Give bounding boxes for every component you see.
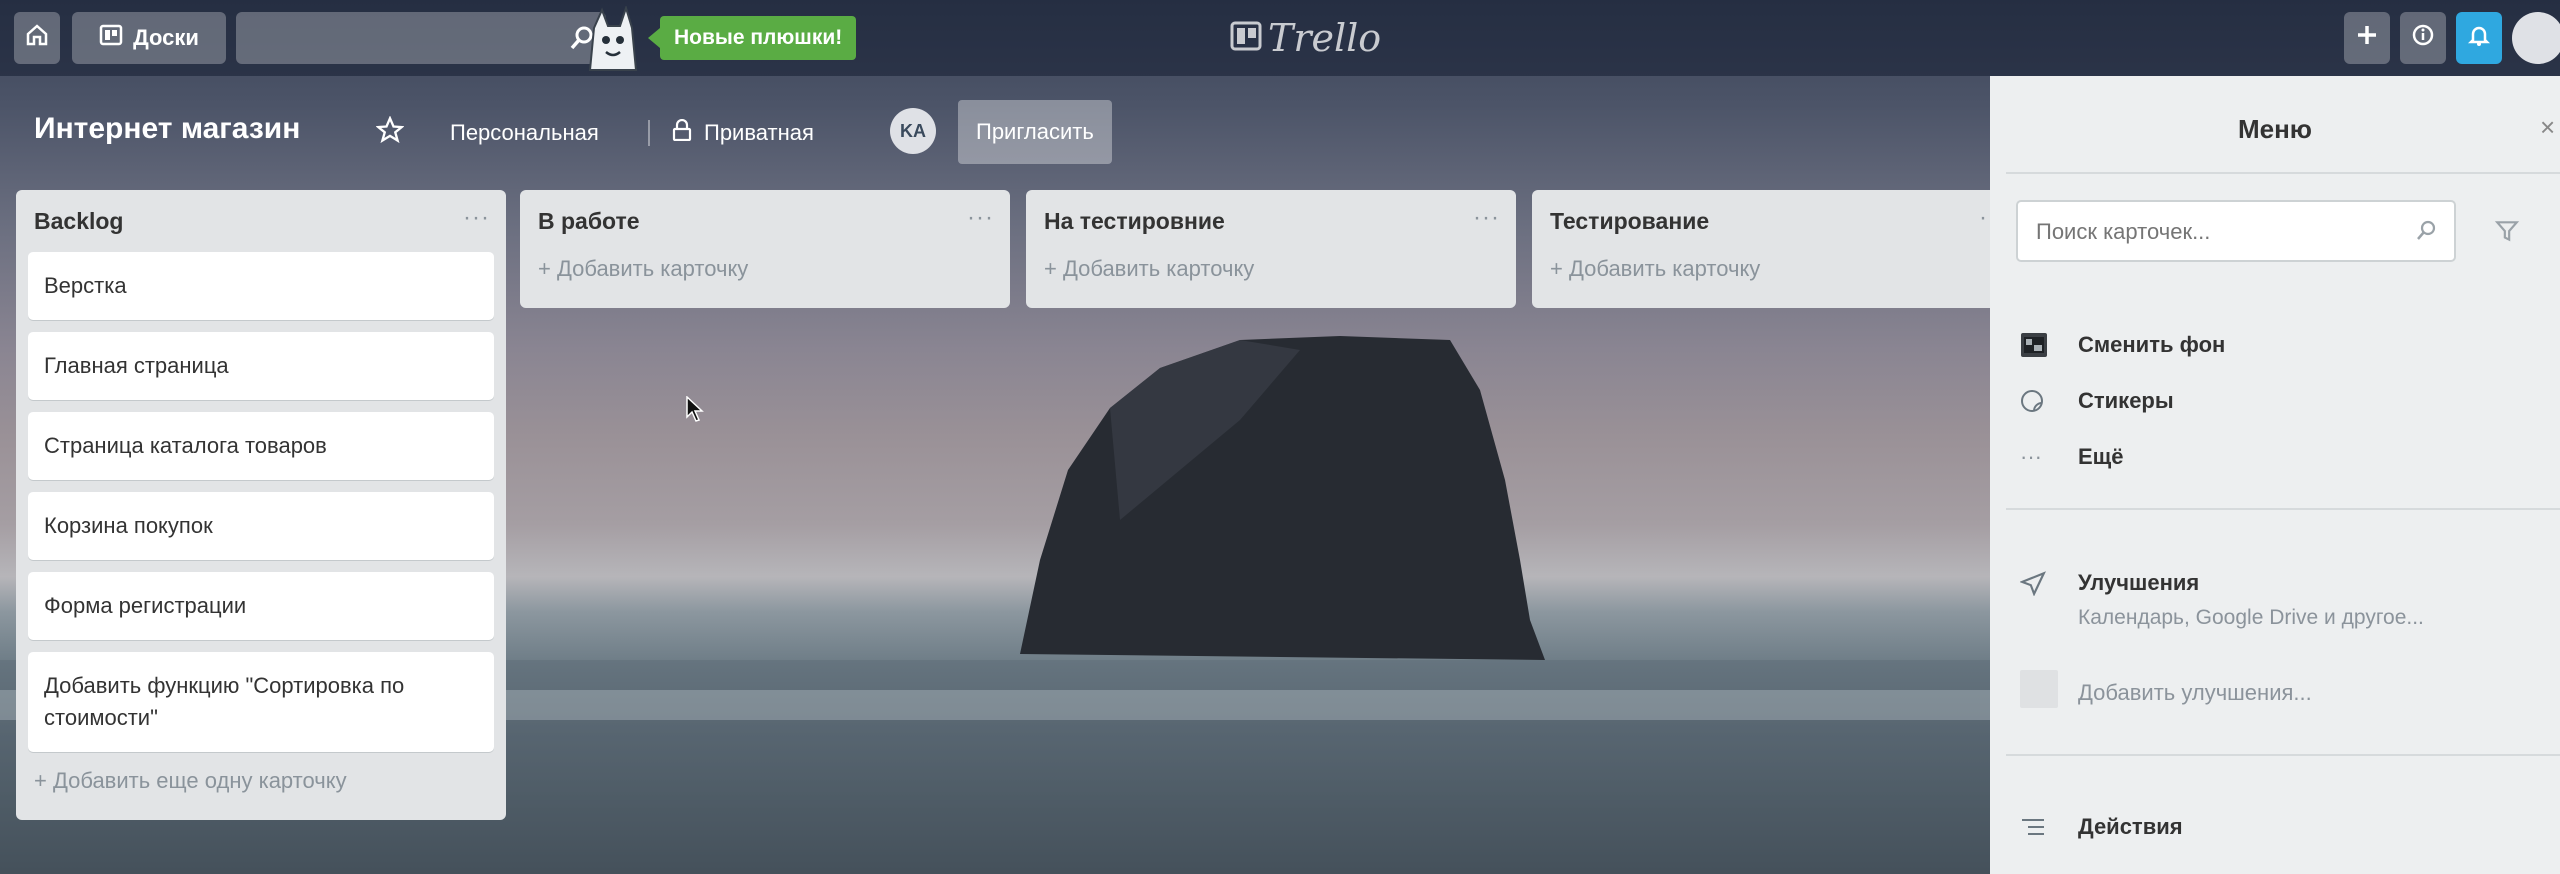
list-title[interactable]: На тестировние bbox=[1044, 208, 1225, 235]
bell-icon bbox=[2467, 23, 2491, 53]
card-search[interactable] bbox=[2016, 200, 2456, 262]
new-features-label: Новые плюшки! bbox=[674, 26, 843, 49]
menu-divider bbox=[2006, 508, 2560, 510]
close-icon[interactable]: × bbox=[2540, 112, 2555, 143]
list-menu-icon[interactable]: ··· bbox=[463, 204, 490, 232]
add-card-button[interactable]: + Добавить еще одну карточку bbox=[16, 764, 506, 804]
list-title[interactable]: Backlog bbox=[34, 208, 123, 235]
header-search[interactable] bbox=[236, 12, 606, 64]
sticker-icon bbox=[2020, 384, 2060, 418]
send-arrow-icon bbox=[2020, 566, 2060, 600]
menu-title: Меню bbox=[2237, 114, 2313, 144]
trello-logo-icon bbox=[1230, 16, 1262, 60]
list-header: Backlog ··· bbox=[16, 190, 506, 252]
list-in-progress: В работе ··· + Добавить карточку bbox=[520, 190, 1010, 308]
menu-item-sublabel: Календарь, Google Drive и другое... bbox=[2078, 606, 2424, 629]
list-menu-icon[interactable]: ··· bbox=[1473, 204, 1500, 232]
list-title[interactable]: В работе bbox=[538, 208, 640, 235]
visibility-button[interactable]: Приватная bbox=[672, 116, 814, 150]
boards-label: Доски bbox=[133, 25, 199, 50]
add-card-button[interactable]: + Добавить карточку bbox=[1026, 252, 1516, 292]
menu-item-label: Добавить улучшения... bbox=[2078, 680, 2312, 705]
menu-item-change-background[interactable]: Сменить фон bbox=[2020, 328, 2225, 362]
menu-item-label: Действия bbox=[2078, 814, 2183, 839]
notifications-button[interactable] bbox=[2456, 12, 2502, 64]
add-card-button[interactable]: + Добавить карточку bbox=[520, 252, 1010, 292]
list-title[interactable]: Тестирование bbox=[1550, 208, 1709, 235]
plus-icon bbox=[2355, 23, 2379, 53]
list-header: На тестировние ··· bbox=[1026, 190, 1516, 252]
board-menu-panel: Меню × Сменить фон Стикеры ··· Ещё Улучш… bbox=[1990, 76, 2560, 874]
menu-item-powerups[interactable]: Улучшения Календарь, Google Drive и друг… bbox=[2020, 566, 2424, 634]
star-icon[interactable] bbox=[375, 115, 405, 149]
user-avatar[interactable] bbox=[2512, 12, 2560, 64]
menu-item-activity[interactable]: Действия bbox=[2020, 810, 2183, 844]
trello-logo-text: Trello bbox=[1268, 16, 1382, 60]
mouse-cursor-icon bbox=[686, 395, 704, 427]
placeholder-square-icon bbox=[2020, 670, 2060, 708]
visibility-label: Приватная bbox=[704, 120, 814, 145]
invite-button[interactable]: Пригласить bbox=[958, 100, 1112, 164]
team-button[interactable]: Персональная bbox=[450, 116, 599, 150]
board-header: Интернет магазин Персональная Приватная … bbox=[0, 100, 1990, 164]
create-button[interactable] bbox=[2344, 12, 2390, 64]
boards-icon bbox=[99, 23, 123, 53]
card[interactable]: Корзина покупок bbox=[28, 492, 494, 560]
menu-item-label: Стикеры bbox=[2078, 388, 2174, 413]
card[interactable]: Форма регистрации bbox=[28, 572, 494, 640]
trello-logo[interactable]: Trello bbox=[1230, 14, 1381, 62]
lock-icon bbox=[672, 118, 692, 147]
menu-item-more[interactable]: ··· Ещё bbox=[2020, 440, 2123, 474]
info-icon bbox=[2411, 23, 2435, 53]
new-features-badge[interactable]: Новые плюшки! bbox=[647, 16, 857, 60]
menu-divider bbox=[2006, 754, 2560, 756]
card[interactable]: Добавить функцию "Сортировка по стоимост… bbox=[28, 652, 494, 752]
top-header: Доски Новые плюшки! Trello bbox=[0, 0, 2560, 76]
info-button[interactable] bbox=[2400, 12, 2446, 64]
background-icon bbox=[2020, 328, 2060, 362]
menu-item-label: Улучшения bbox=[2078, 570, 2200, 595]
filter-icon[interactable] bbox=[2494, 218, 2520, 249]
card[interactable]: Страница каталога товаров bbox=[28, 412, 494, 480]
menu-item-label: Ещё bbox=[2078, 444, 2124, 469]
card-search-input[interactable] bbox=[2034, 214, 2388, 250]
list-testing: Тестирование ··· + Добавить карточку bbox=[1532, 190, 2022, 308]
boards-button[interactable]: Доски bbox=[72, 12, 226, 64]
menu-item-label: Сменить фон bbox=[2078, 332, 2226, 357]
activity-list-icon bbox=[2020, 810, 2060, 844]
add-card-button[interactable]: + Добавить карточку bbox=[1532, 252, 2022, 292]
home-icon bbox=[25, 23, 49, 53]
search-icon[interactable] bbox=[2414, 218, 2438, 247]
more-dots-icon: ··· bbox=[2020, 444, 2042, 469]
list-to-testing: На тестировние ··· + Добавить карточку bbox=[1026, 190, 1516, 308]
list-menu-icon[interactable]: ··· bbox=[967, 204, 994, 232]
card[interactable]: Верстка bbox=[28, 252, 494, 320]
list-backlog: Backlog ··· Верстка Главная страница Стр… bbox=[16, 190, 506, 820]
menu-item-add-powerups[interactable]: Добавить улучшения... bbox=[2020, 670, 2312, 710]
menu-item-text: Улучшения Календарь, Google Drive и друг… bbox=[2078, 566, 2424, 634]
board-title[interactable]: Интернет магазин bbox=[34, 112, 300, 146]
menu-divider bbox=[2006, 172, 2560, 174]
home-button[interactable] bbox=[14, 12, 60, 64]
list-header: Тестирование ··· bbox=[1532, 190, 2022, 252]
board-bar-divider bbox=[648, 120, 650, 146]
card[interactable]: Главная страница bbox=[28, 332, 494, 400]
member-avatar[interactable]: KA bbox=[890, 108, 936, 154]
menu-item-stickers[interactable]: Стикеры bbox=[2020, 384, 2174, 418]
header-search-input[interactable] bbox=[246, 18, 550, 60]
list-header: В работе ··· bbox=[520, 190, 1010, 252]
taco-mascot-icon[interactable] bbox=[580, 4, 644, 77]
